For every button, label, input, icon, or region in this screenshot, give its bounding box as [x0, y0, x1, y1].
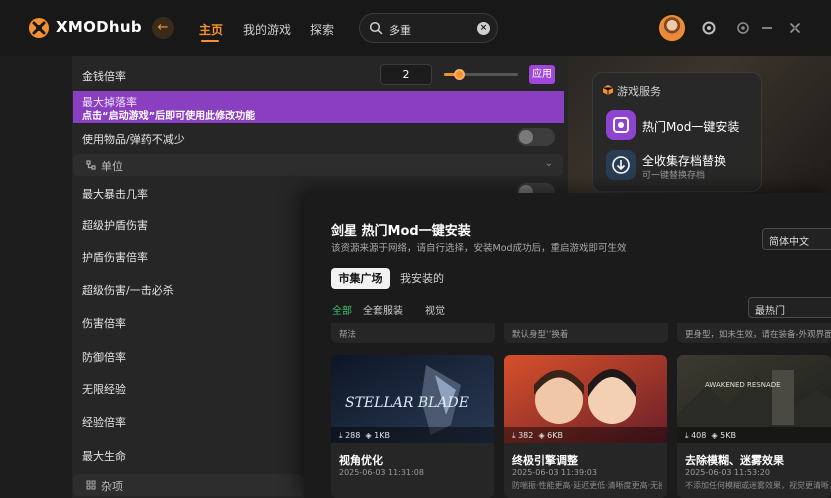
crit-chance-label: 最大暴击几率: [82, 188, 148, 201]
sort-select[interactable]: 最热门: [748, 297, 831, 318]
dialog-description: 该资源来源于网络，请自行选择，安装Mod成功后，重启游戏即可生效: [331, 243, 627, 254]
file-size-icon: ◈: [711, 431, 718, 440]
nav-my-games[interactable]: 我的游戏: [243, 21, 291, 38]
settings-icon[interactable]: [734, 19, 752, 37]
mod-thumbnail: [504, 355, 667, 443]
mod-thumb-title: STELLAR BLADE: [345, 395, 469, 411]
arrow-left-icon: ←: [157, 20, 169, 35]
avatar[interactable]: [659, 15, 685, 41]
mod-thumbnail: AWAKENED RESNADE: [677, 355, 831, 443]
nav-home[interactable]: 主页: [199, 21, 223, 38]
money-rate-value-input[interactable]: 2: [380, 64, 432, 85]
mod-card[interactable]: AWAKENED RESNADE ⤓ 408 ◈ 5KB 去除模糊、迷雾效果 2…: [677, 355, 831, 498]
language-select[interactable]: 简体中文: [762, 228, 831, 250]
misc-section-title: 杂项: [101, 480, 123, 493]
no-consume-toggle[interactable]: [517, 128, 555, 146]
mod-card-peek[interactable]: 默认身型‘’换着: [504, 323, 668, 343]
filter-outfits[interactable]: 全套服装: [363, 302, 403, 317]
mod-card-peek[interactable]: 帮法: [331, 323, 495, 343]
no-consume-label: 使用物品/弹药不减少: [82, 133, 185, 146]
money-rate-label: 金钱倍率: [82, 70, 126, 83]
cube-icon: [602, 85, 614, 95]
infinite-exp-label: 无限经验: [82, 383, 126, 396]
minimize-icon[interactable]: [758, 19, 776, 37]
misc-section-header[interactable]: 杂项: [73, 474, 304, 496]
launch-game-hint: 点击“启动游戏”后即可使用此修改功能: [82, 111, 256, 122]
defense-rate-label: 防御倍率: [82, 351, 126, 364]
exp-rate-label: 经验倍率: [82, 416, 126, 429]
misc-section-icon: [86, 480, 96, 490]
apply-button[interactable]: 应用: [529, 65, 555, 84]
max-health-label: 最大生命: [82, 450, 126, 463]
unit-section-header[interactable]: 单位 ⌄: [73, 154, 563, 176]
filter-all[interactable]: 全部: [332, 302, 352, 317]
mod-thumb-title: AWAKENED RESNADE: [705, 381, 781, 389]
dialog-title: 剑星 热门Mod一键安装: [331, 224, 471, 239]
left-sidebar-shade: [0, 56, 72, 498]
mod-stats: ⤓ 408 ◈ 5KB: [685, 431, 736, 440]
nav-active-underline: [201, 40, 219, 42]
shield-damage-rate-label: 护盾伤害倍率: [82, 251, 148, 264]
save-replace-sub: 可一键替换存档: [642, 171, 706, 181]
unit-section-title: 单位: [101, 160, 123, 173]
mod-card[interactable]: STELLAR BLADE ⤓ 288 ◈ 1KB 视角优化 2025-06-0…: [331, 355, 494, 498]
notification-icon[interactable]: [700, 19, 718, 37]
mod-stats: ⤓ 288 ◈ 1KB: [339, 431, 390, 440]
chevron-down-icon: ⌄: [544, 158, 553, 169]
file-size-icon: ◈: [365, 431, 372, 440]
unit-section-icon: [86, 160, 96, 170]
mod-name: 视角优化: [339, 454, 383, 467]
mod-name: 终极引擎调整: [512, 454, 578, 467]
tab-marketplace[interactable]: 市集广场: [331, 268, 390, 289]
mod-card-peek[interactable]: 更身型，如未生效，请在装备-外观界面切换服: [677, 323, 831, 343]
save-download-icon[interactable]: [606, 150, 636, 180]
download-icon: ⤓: [685, 431, 689, 440]
tab-installed[interactable]: 我安装的: [398, 268, 446, 289]
clear-search-icon[interactable]: ×: [477, 22, 490, 35]
search-input[interactable]: 多重: [389, 22, 411, 38]
nav-explore[interactable]: 探索: [310, 21, 334, 38]
fullscreen-icon[interactable]: [786, 19, 804, 37]
file-size-icon: ◈: [538, 431, 545, 440]
search-icon: [369, 21, 383, 35]
mod-card[interactable]: ⤓ 382 ◈ 6KB 终极引擎调整 2025-06-03 11:39:03 防…: [504, 355, 667, 498]
mod-stats: ⤓ 382 ◈ 6KB: [512, 431, 563, 440]
super-shield-damage-label: 超级护盾伤害: [82, 219, 148, 232]
xmodhub-logo-icon: [29, 18, 49, 38]
mod-install-icon[interactable]: [606, 110, 636, 140]
download-icon: ⤓: [339, 431, 343, 440]
damage-rate-label: 伤害倍率: [82, 317, 126, 330]
mod-date: 2025-06-03 11:53:20: [685, 468, 770, 477]
back-button[interactable]: ←: [152, 17, 174, 39]
mod-thumbnail: STELLAR BLADE: [331, 355, 494, 443]
money-rate-slider-handle[interactable]: [453, 69, 465, 80]
app-name: XMODhub: [56, 18, 142, 36]
mod-date: 2025-06-03 11:31:08: [339, 468, 424, 477]
mod-name: 去除模糊、迷雾效果: [685, 454, 784, 467]
mod-install-link[interactable]: 热门Mod一键安装: [642, 118, 739, 135]
mod-description: 不添加任何模糊或迷雾效果，视觉更清晰，性能更好: [685, 481, 831, 490]
filter-visual[interactable]: 视觉: [425, 302, 445, 317]
one-hit-kill-label: 超级伤害/一击必杀: [82, 284, 174, 297]
drop-rate-row[interactable]: 最大掉落率 点击“启动游戏”后即可使用此修改功能: [73, 91, 564, 123]
save-replace-link[interactable]: 全收集存档替换: [642, 152, 726, 169]
download-icon: ⤓: [512, 431, 516, 440]
game-services-title: 游戏服务: [617, 85, 661, 98]
search-box[interactable]: 多重 ×: [359, 13, 498, 43]
mod-description: 防喘振·性能更高·延迟更低·清晰度更高·无损: [512, 481, 662, 490]
mod-date: 2025-06-03 11:39:03: [512, 468, 597, 477]
